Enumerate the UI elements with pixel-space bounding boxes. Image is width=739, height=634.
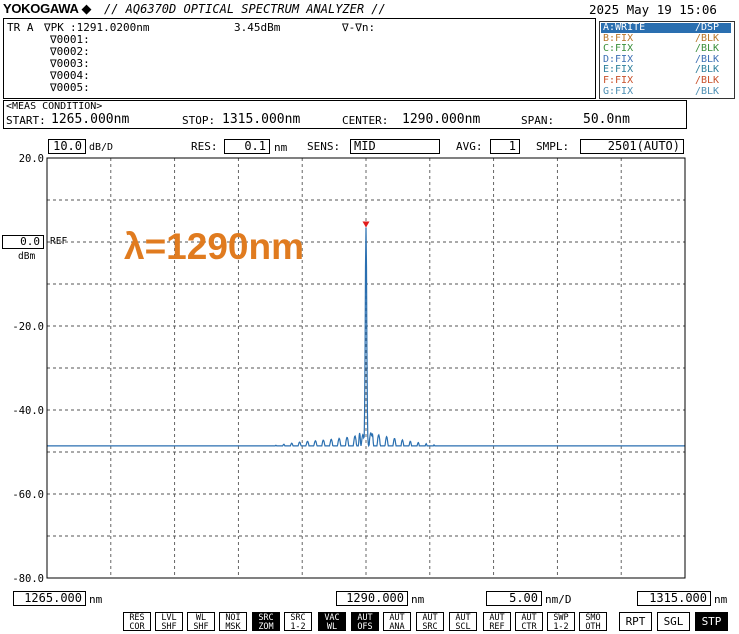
bottom-start-unit: nm <box>89 593 103 606</box>
softkey-vac-wl[interactable]: VAC WL <box>318 612 346 631</box>
rpt-button[interactable]: RPT <box>619 612 652 631</box>
softkey-bottom-label: 1-2 <box>290 621 306 632</box>
sgl-button[interactable]: SGL <box>657 612 690 631</box>
softkey-bottom-label: MSK <box>225 621 241 632</box>
softkey-src-1-2[interactable]: SRC 1-2 <box>284 612 312 631</box>
bottom-start-field[interactable]: 1265.000 <box>13 591 86 606</box>
bottom-stop-field[interactable]: 1315.000 <box>637 591 711 606</box>
bottom-center-unit: nm <box>411 593 425 606</box>
bottom-stop-unit: nm <box>714 593 728 606</box>
softkey-bottom-label: OFS <box>357 621 373 632</box>
wavelength-annotation: λ=1290nm <box>124 226 304 267</box>
softkey-noi-msk[interactable]: NOI MSK <box>219 612 247 631</box>
softkey-bottom-label: SHF <box>161 621 177 632</box>
bottom-div-field[interactable]: 5.00 <box>486 591 542 606</box>
softkey-res-cor[interactable]: RES COR <box>123 612 151 631</box>
softkey-aut-ctr[interactable]: AUT CTR <box>515 612 543 631</box>
softkey-bottom-label: REF <box>489 621 505 632</box>
softkey-bottom-label: WL <box>326 621 338 632</box>
softkey-bottom-label: OTH <box>585 621 601 632</box>
stp-button[interactable]: STP <box>695 612 728 631</box>
softkey-wl-shf[interactable]: WL SHF <box>187 612 215 631</box>
spectrum-chart[interactable] <box>0 0 739 634</box>
softkey-aut-ana[interactable]: AUT ANA <box>383 612 411 631</box>
softkey-bottom-label: SCL <box>455 621 471 632</box>
chart-grid <box>47 158 685 578</box>
softkey-smo-oth[interactable]: SMO OTH <box>579 612 607 631</box>
softkey-bottom-label: ANA <box>389 621 405 632</box>
peak-marker-icon <box>362 221 370 228</box>
softkey-aut-scl[interactable]: AUT SCL <box>449 612 477 631</box>
softkey-bottom-label: CTR <box>521 621 537 632</box>
softkey-swp-1-2[interactable]: SWP 1-2 <box>547 612 575 631</box>
bottom-div-unit: nm/D <box>545 593 572 606</box>
softkey-aut-ofs[interactable]: AUT OFS <box>351 612 379 631</box>
softkey-lvl-shf[interactable]: LVL SHF <box>155 612 183 631</box>
softkey-bottom-label: ZOM <box>258 621 274 632</box>
softkey-aut-ref[interactable]: AUT REF <box>483 612 511 631</box>
bottom-center-field[interactable]: 1290.000 <box>336 591 408 606</box>
softkey-src-zom[interactable]: SRC ZOM <box>252 612 280 631</box>
softkey-bottom-label: 1-2 <box>553 621 569 632</box>
softkey-aut-src[interactable]: AUT SRC <box>416 612 444 631</box>
softkey-bottom-label: SHF <box>193 621 209 632</box>
softkey-bottom-label: COR <box>129 621 145 632</box>
softkey-bottom-label: SRC <box>422 621 438 632</box>
